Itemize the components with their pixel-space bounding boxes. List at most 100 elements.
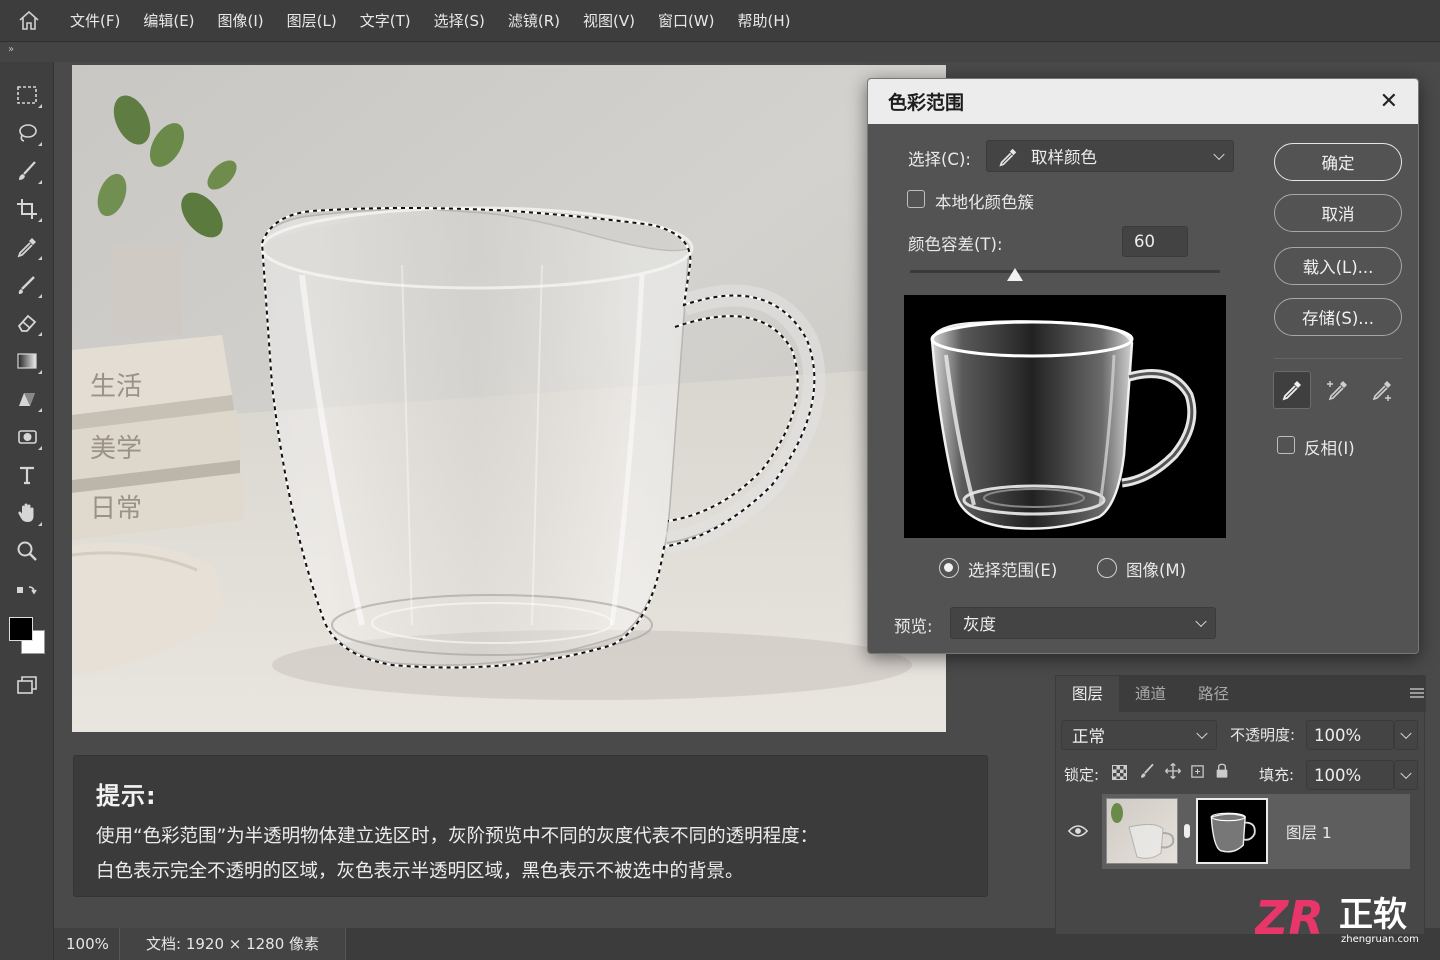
layer-row[interactable]: 图层 1 — [1102, 794, 1410, 869]
menu-window[interactable]: 窗口(W) — [658, 10, 715, 31]
fill-dropdown[interactable] — [1394, 760, 1418, 790]
eyedropper-tool-icon[interactable] — [1273, 371, 1311, 409]
sample-eyedropper-icon — [997, 146, 1019, 172]
zoom-level[interactable]: 100% — [54, 928, 120, 960]
fuzziness-input[interactable]: 60 — [1122, 226, 1188, 257]
menu-file[interactable]: 文件(F) — [70, 10, 120, 31]
eraser-block-icon[interactable] — [11, 383, 43, 415]
menu-layer[interactable]: 图层(L) — [287, 10, 337, 31]
zoom-icon[interactable] — [11, 535, 43, 567]
menu-image[interactable]: 图像(I) — [218, 10, 264, 31]
fuzziness-slider-thumb[interactable] — [1007, 268, 1024, 281]
tab-channels[interactable]: 通道 — [1119, 676, 1182, 712]
eyedropper-icon[interactable] — [11, 231, 43, 263]
svg-text:正软: 正软 — [1339, 895, 1407, 935]
foreground-color-swatch[interactable] — [9, 617, 33, 641]
layer-visibility-eye-icon[interactable] — [1067, 823, 1089, 842]
opacity-dropdown[interactable] — [1394, 720, 1418, 750]
crop-icon[interactable] — [11, 193, 43, 225]
radio-selection[interactable] — [939, 558, 959, 578]
svg-text:zhengruan.com: zhengruan.com — [1341, 934, 1419, 945]
color-swatch[interactable] — [8, 615, 48, 657]
blend-mode-value: 正常 — [1072, 727, 1105, 746]
lock-transparency-icon[interactable] — [1112, 765, 1127, 780]
menu-view[interactable]: 视图(V) — [583, 10, 635, 31]
layers-tabs: 图层 通道 路径 — [1056, 676, 1426, 712]
book-label: 生活 — [90, 372, 142, 402]
document-canvas[interactable]: 生活 美学 日常 — [72, 65, 946, 732]
localized-color-clusters-checkbox[interactable] — [907, 190, 925, 208]
menu-help[interactable]: 帮助(H) — [738, 10, 791, 31]
opacity-label: 不透明度: — [1230, 726, 1296, 744]
tab-layers[interactable]: 图层 — [1056, 676, 1120, 712]
opacity-value: 100% — [1314, 725, 1362, 745]
lasso-icon[interactable] — [11, 117, 43, 149]
menu-edit[interactable]: 编辑(E) — [143, 10, 194, 31]
menu-select[interactable]: 选择(S) — [434, 10, 485, 31]
ok-button[interactable]: 确定 — [1274, 143, 1402, 181]
healing-brush-icon[interactable] — [11, 269, 43, 301]
fill-input[interactable]: 100% — [1306, 760, 1394, 790]
opacity-input[interactable]: 100% — [1306, 720, 1394, 750]
selection-preview-dropdown[interactable]: 灰度 — [950, 607, 1216, 639]
color-range-dialog: 色彩范围 ✕ 选择(C): 取样颜色 本地化颜色簇 颜色容差(T): 60 选择… — [867, 78, 1419, 654]
divider — [1274, 358, 1402, 359]
fuzziness-label: 颜色容差(T): — [908, 235, 1003, 254]
home-icon[interactable] — [0, 0, 58, 42]
blend-mode-select[interactable]: 正常 — [1061, 720, 1217, 750]
radio-image[interactable] — [1097, 558, 1117, 578]
type-icon[interactable] — [11, 459, 43, 491]
photoshop-window: 文件(F) 编辑(E) 图像(I) 图层(L) 文字(T) 选择(S) 滤镜(R… — [0, 0, 1440, 960]
dialog-title-bar: 色彩范围 ✕ — [868, 79, 1418, 124]
document-info[interactable]: 文档: 1920 × 1280 像素 — [120, 928, 347, 960]
menu-type[interactable]: 文字(T) — [360, 10, 411, 31]
cancel-button[interactable]: 取消 — [1274, 194, 1402, 232]
marquee-icon[interactable] — [11, 79, 43, 111]
layer-mask-thumbnail[interactable] — [1196, 798, 1268, 864]
eraser-icon[interactable] — [11, 307, 43, 339]
preview-mug-image — [930, 320, 1197, 530]
fuzziness-value: 60 — [1134, 232, 1155, 251]
lock-artboard-icon[interactable] — [1190, 764, 1205, 783]
preview-label: 预览: — [894, 617, 933, 636]
screen-mode-icon[interactable] — [11, 669, 43, 701]
expand-chevron-icon[interactable]: » — [8, 44, 14, 55]
lock-all-icon[interactable] — [1214, 762, 1230, 784]
dodge-icon[interactable] — [11, 421, 43, 453]
panel-menu-icon[interactable] — [1410, 688, 1424, 700]
select-dropdown[interactable]: 取样颜色 — [986, 140, 1234, 172]
radio-image-label: 图像(M) — [1126, 561, 1187, 580]
tip-line-2: 白色表示完全不透明的区域，灰色表示半透明区域，黑色表示不被选中的背景。 — [96, 861, 744, 882]
gradient-icon[interactable] — [11, 345, 43, 377]
brush-icon[interactable] — [11, 155, 43, 187]
lock-pixels-icon[interactable] — [1138, 762, 1156, 784]
radio-selection-label: 选择范围(E) — [968, 561, 1058, 580]
dialog-title: 色彩范围 — [888, 92, 965, 114]
mask-link-icon[interactable] — [1184, 824, 1190, 838]
zhengruan-logo: ZR 正软 zhengruan.com — [1253, 888, 1435, 948]
layer-name[interactable]: 图层 1 — [1286, 821, 1332, 843]
save-button[interactable]: 存储(S)... — [1274, 298, 1402, 336]
canvas-photo: 生活 美学 日常 — [72, 65, 946, 732]
invert-checkbox[interactable] — [1277, 436, 1295, 454]
hand-icon[interactable] — [11, 497, 43, 529]
fill-value: 100% — [1314, 765, 1362, 785]
close-icon[interactable]: ✕ — [1380, 90, 1398, 113]
book-label: 美学 — [90, 434, 142, 464]
menu-filter[interactable]: 滤镜(R) — [508, 10, 560, 31]
add-to-sample-eyedropper-icon[interactable] — [1319, 371, 1357, 409]
layer-thumbnail[interactable] — [1106, 798, 1178, 864]
tab-paths[interactable]: 路径 — [1182, 676, 1245, 712]
select-value: 取样颜色 — [1031, 148, 1097, 167]
load-button[interactable]: 载入(L)... — [1274, 247, 1402, 285]
select-label: 选择(C): — [908, 150, 971, 169]
fuzziness-slider-track[interactable] — [910, 270, 1220, 273]
subtract-from-sample-eyedropper-icon[interactable] — [1363, 371, 1401, 409]
swap-colors-icon[interactable] — [11, 575, 43, 607]
lock-position-icon[interactable] — [1164, 762, 1182, 784]
options-bar: » — [0, 42, 1440, 62]
fill-label: 填充: — [1259, 766, 1295, 784]
book-stack: 生活 美学 日常 — [72, 335, 244, 540]
selection-preview[interactable] — [904, 295, 1226, 538]
svg-text:ZR: ZR — [1255, 891, 1324, 945]
